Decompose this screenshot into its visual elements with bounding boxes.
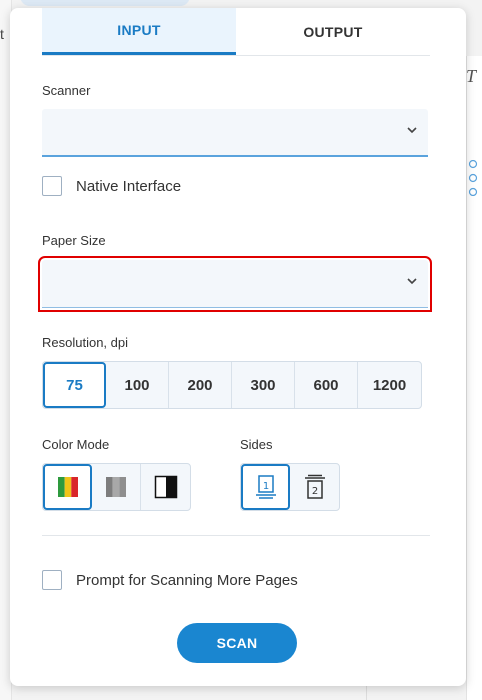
svg-text:2: 2 [311,486,317,497]
grayscale-mode-button[interactable] [92,464,141,510]
prompt-more-pages-label: Prompt for Scanning More Pages [76,571,298,589]
sides-options: 1 2 [240,463,340,511]
tab-input[interactable]: INPUT [42,8,236,55]
color-mode-button[interactable] [43,464,92,510]
scanner-label: Scanner [42,83,91,98]
background-right-pane [466,56,482,700]
native-interface-option[interactable]: Native Interface [42,176,181,196]
paper-size-label: Paper Size [42,233,106,248]
resolution-option-200[interactable]: 200 [169,362,232,408]
section-divider [42,535,430,536]
scan-button[interactable]: SCAN [177,623,297,663]
native-interface-label: Native Interface [76,177,182,195]
color-mode-options [42,463,191,511]
double-sided-button[interactable]: 2 [290,464,339,510]
prompt-more-pages-option[interactable]: Prompt for Scanning More Pages [42,570,298,590]
single-sided-icon: 1 [255,475,276,499]
svg-text:1: 1 [262,481,268,492]
grayscale-mode-icon [106,477,126,497]
resolution-option-75[interactable]: 75 [43,362,106,408]
resolution-option-300[interactable]: 300 [232,362,295,408]
native-interface-checkbox[interactable] [42,176,62,196]
background-top-pill [20,0,190,6]
scan-settings-panel: INPUT OUTPUT Scanner Native Interface Pa… [10,8,466,686]
single-sided-button[interactable]: 1 [241,464,290,510]
resolution-option-100[interactable]: 100 [106,362,169,408]
double-sided-icon: 2 [304,474,325,499]
color-mode-icon [57,477,78,497]
chevron-down-icon [407,127,417,134]
background-connector-icon [468,160,478,196]
black-white-mode-icon [154,475,177,499]
background-left-text: t [0,26,4,42]
background-italic-text: T [466,66,477,86]
background-divider [366,686,367,700]
chevron-down-icon [407,278,417,285]
resolution-option-600[interactable]: 600 [295,362,358,408]
tab-output[interactable]: OUTPUT [236,8,430,55]
scanner-select[interactable] [42,109,428,157]
sides-label: Sides [240,437,273,452]
black-white-mode-button[interactable] [141,464,190,510]
resolution-options: 75 100 200 300 600 1200 [42,361,422,409]
color-mode-label: Color Mode [42,437,110,452]
paper-size-select[interactable] [38,256,432,312]
prompt-more-pages-checkbox[interactable] [42,570,62,590]
resolution-option-1200[interactable]: 1200 [358,362,421,408]
resolution-label: Resolution, dpi [42,335,128,350]
tab-bar: INPUT OUTPUT [42,8,430,56]
